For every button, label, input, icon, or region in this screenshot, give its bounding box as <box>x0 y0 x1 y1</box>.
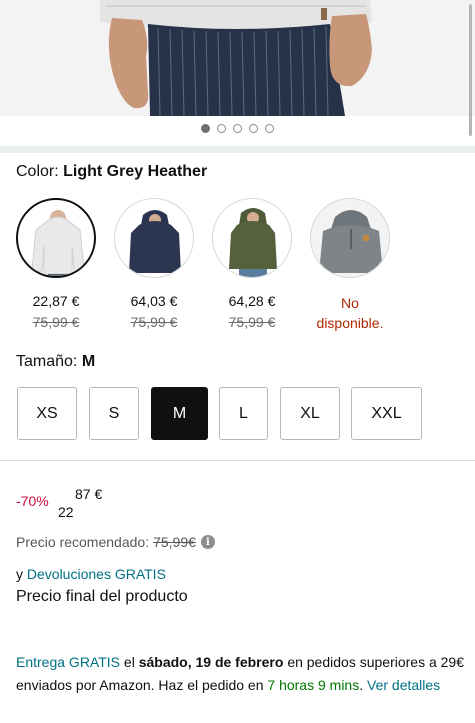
color-label: Color: <box>16 163 59 180</box>
price-whole: 22 <box>58 504 74 520</box>
size-button-l[interactable]: L <box>219 387 268 440</box>
delivery-countdown: 7 horas 9 mins <box>267 677 360 693</box>
recommended-price: Precio recomendado: 75,99€ i <box>16 534 215 550</box>
swatch-old-price: 75,99 € <box>228 314 276 330</box>
free-returns-link[interactable]: Devoluciones GRATIS <box>27 566 166 582</box>
price-fraction: 87 € <box>75 486 103 502</box>
color-swatch-olive[interactable]: 64,28 € 75,99 € <box>212 198 292 330</box>
recommended-price-value: 75,99€ <box>153 534 196 550</box>
color-heading: Color: Light Grey Heather <box>16 163 207 181</box>
recommended-price-label: Precio recomendado: <box>16 534 150 550</box>
size-button-xxl[interactable]: XXL <box>351 387 422 440</box>
product-image[interactable] <box>0 0 475 116</box>
size-button-xs[interactable]: XS <box>17 387 77 440</box>
delivery-message: Entrega GRATIS el sábado, 19 de febrero … <box>16 654 464 693</box>
info-icon[interactable]: i <box>200 535 215 549</box>
delivery-date: sábado, 19 de febrero <box>138 654 284 670</box>
size-button-m[interactable]: M <box>151 387 208 440</box>
size-button-xl[interactable]: XL <box>280 387 340 440</box>
swatch-price: 22,87 € <box>32 293 80 309</box>
color-swatch-image[interactable] <box>212 198 292 278</box>
discount-badge: -70% <box>16 493 49 509</box>
color-swatch-charcoal[interactable]: No disponible. <box>310 198 390 331</box>
swatch-old-price: 75,99 € <box>32 314 80 330</box>
carousel-dot[interactable] <box>233 124 242 133</box>
color-swatch-light-grey[interactable]: 22,87 € 75,99 € <box>16 198 96 330</box>
swatch-price: 64,03 € <box>130 293 178 309</box>
scrollbar[interactable] <box>469 4 472 136</box>
free-delivery-link[interactable]: Entrega GRATIS <box>16 654 120 670</box>
delivery-details-link[interactable]: Ver detalles <box>367 677 440 693</box>
carousel-dot[interactable] <box>249 124 258 133</box>
returns-line: y Devoluciones GRATIS <box>16 566 166 582</box>
size-label: Tamaño: <box>16 353 78 370</box>
carousel-dot[interactable] <box>201 124 210 133</box>
swatch-unavailable: No disponible. <box>316 295 384 331</box>
carousel-dots <box>0 124 475 138</box>
final-price-label: Precio final del producto <box>16 588 188 605</box>
carousel-dot[interactable] <box>265 124 274 133</box>
delivery-text: el <box>123 654 135 670</box>
color-swatch-navy[interactable]: 64,03 € 75,99 € <box>114 198 194 330</box>
selected-size: M <box>81 353 96 370</box>
size-button-s[interactable]: S <box>89 387 139 440</box>
returns-prefix: y <box>16 566 23 582</box>
size-heading: Tamaño: M <box>16 353 95 371</box>
color-swatch-image[interactable] <box>16 198 96 278</box>
swatch-price: 64,28 € <box>228 293 276 309</box>
selected-color-name: Light Grey Heather <box>63 163 208 180</box>
color-swatch-image[interactable] <box>114 198 194 278</box>
color-swatch-image[interactable] <box>310 198 390 278</box>
carousel-dot[interactable] <box>217 124 226 133</box>
swatch-old-price: 75,99 € <box>130 314 178 330</box>
section-divider <box>0 146 475 153</box>
divider <box>0 460 475 461</box>
